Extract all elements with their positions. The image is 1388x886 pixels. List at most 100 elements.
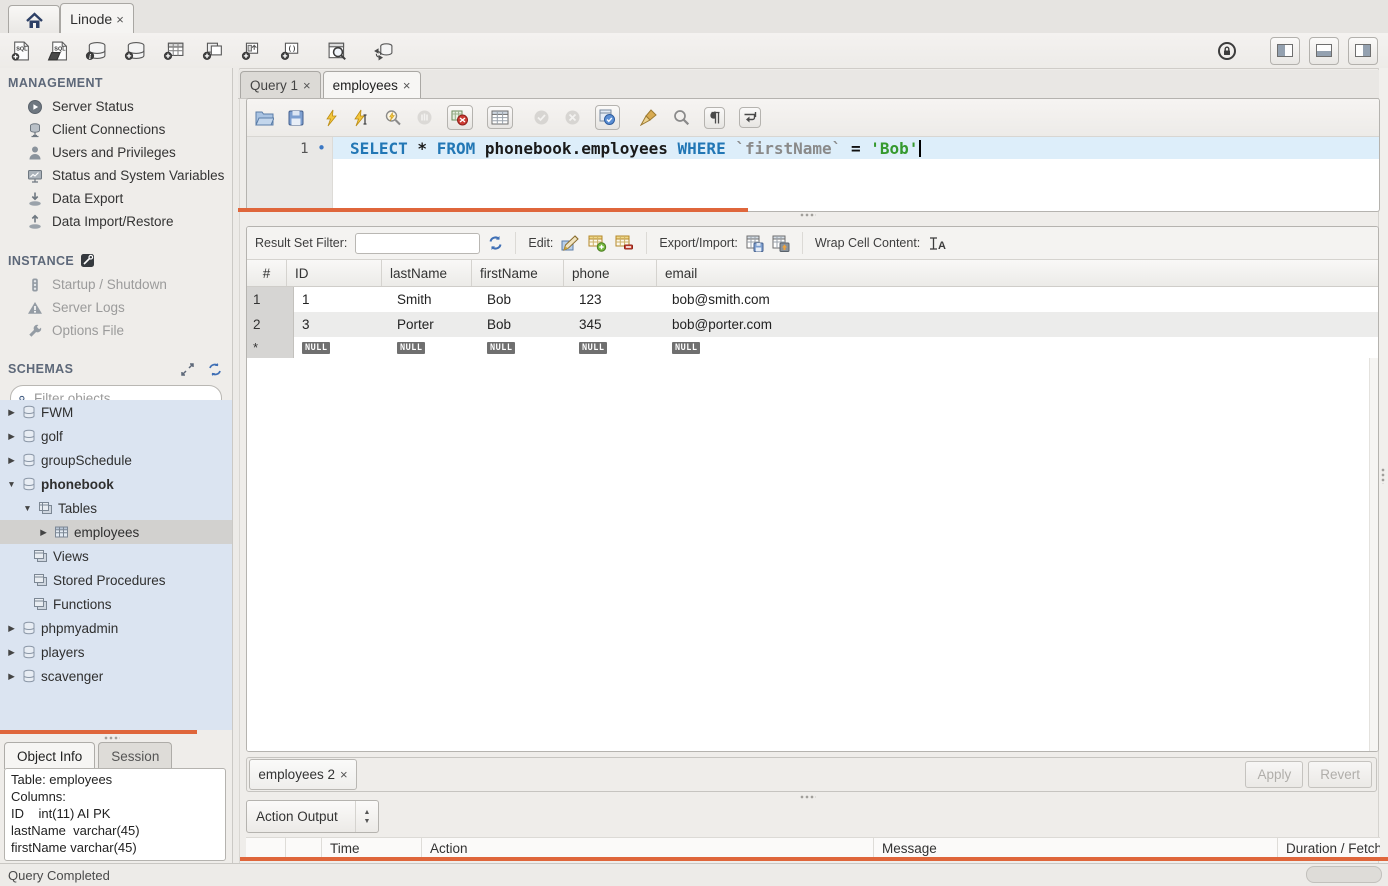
tab-employees[interactable]: employees× [323,71,421,98]
cell-phone[interactable]: 345 [571,312,664,337]
toggle-left-sidebar-button[interactable] [1270,37,1300,65]
column-header-id[interactable]: ID [287,260,382,286]
sidebar-item-data-import[interactable]: Data Import/Restore [0,210,232,233]
action-output-selector[interactable]: Action Output ▲▼ [246,800,379,833]
lock-icon[interactable] [1217,41,1237,61]
table-row[interactable]: 1 1 Smith Bob 123 bob@smith.com [247,287,1378,312]
refresh-schemas-icon[interactable] [208,363,222,376]
tree-item-schema-phpmyadmin[interactable]: ▶phpmyadmin [0,616,232,640]
open-sql-file-icon[interactable]: SQL [47,41,69,61]
column-header-lastname[interactable]: lastName [382,260,472,286]
tab-session[interactable]: Session [98,742,172,769]
tree-item-schema-scavenger[interactable]: ▶scavenger [0,664,232,688]
output-splitter-grip[interactable] [800,795,816,799]
column-header-phone[interactable]: phone [564,260,657,286]
sidebar-item-users-privileges[interactable]: Users and Privileges [0,141,232,164]
sidebar-splitter-grip[interactable] [104,736,120,740]
save-icon[interactable] [288,110,304,126]
cell-null[interactable]: NULL [294,337,389,358]
table-row[interactable]: 2 3 Porter Bob 345 bob@porter.com [247,312,1378,337]
refresh-icon[interactable] [488,236,503,250]
sidebar-item-data-export[interactable]: Data Export [0,187,232,210]
chevron-right-icon[interactable]: ▶ [38,527,49,538]
home-tab[interactable] [8,5,60,34]
expand-schemas-icon[interactable] [181,363,194,376]
explain-icon[interactable] [384,109,402,127]
cell-null[interactable]: NULL [571,337,664,358]
sidebar-item-client-connections[interactable]: Client Connections [0,118,232,141]
vertical-scrollbar[interactable] [1369,358,1378,751]
reconnect-dbms-icon[interactable] [371,41,395,61]
cell-null[interactable]: NULL [479,337,571,358]
new-row-placeholder[interactable]: * NULL NULL NULL NULL NULL [247,337,1378,358]
cell-id[interactable]: 1 [294,287,389,312]
sql-line-1[interactable]: SELECT * FROM phonebook.employees WHERE … [333,137,1379,159]
revert-button[interactable]: Revert [1308,761,1372,788]
wrap-content-icon[interactable]: A [928,236,946,251]
import-recordset-icon[interactable] [772,235,790,252]
output-column-message[interactable]: Message [874,838,1278,858]
result-set-tab-employees-2[interactable]: employees 2× [249,759,357,790]
tree-item-table-employees[interactable]: ▶employees [0,520,232,544]
create-schema-icon[interactable] [123,41,147,61]
toggle-bottom-panel-button[interactable] [1309,37,1339,65]
output-column-action[interactable]: Action [422,838,874,858]
column-header-rownum[interactable]: # [247,260,287,286]
cell-null[interactable]: NULL [664,337,1378,358]
export-recordset-icon[interactable] [746,235,764,252]
commit-icon[interactable] [533,109,550,126]
close-icon[interactable]: × [340,768,348,781]
tab-query-1[interactable]: Query 1× [240,71,321,98]
sidebar-item-server-logs[interactable]: Server Logs [0,296,232,319]
editor-result-splitter-grip[interactable] [800,213,816,217]
close-icon[interactable]: × [303,79,311,92]
spinner-down-icon[interactable]: ▼ [364,818,371,825]
sidebar-item-server-status[interactable]: Server Status [0,95,232,118]
tree-item-stored-procedures-folder[interactable]: Stored Procedures [0,568,232,592]
create-procedure-icon[interactable] [240,41,264,61]
delete-row-icon[interactable] [615,235,634,252]
create-table-icon[interactable] [162,41,186,61]
cell-phone[interactable]: 123 [571,287,664,312]
cell-firstname[interactable]: Bob [479,312,571,337]
column-header-email[interactable]: email [657,260,1378,286]
column-header-firstname[interactable]: firstName [472,260,564,286]
cell-email[interactable]: bob@porter.com [664,312,1378,337]
chevron-right-icon[interactable]: ▶ [6,455,17,466]
tree-item-schema-fwm[interactable]: ▶FWM [0,400,232,424]
invisible-chars-icon[interactable] [704,107,725,129]
output-column-duration[interactable]: Duration / Fetch [1278,838,1380,858]
insert-row-icon[interactable] [588,235,607,252]
chevron-right-icon[interactable]: ▶ [6,623,17,634]
tree-item-tables-folder[interactable]: ▼Tables [0,496,232,520]
horizontal-scrollbar-thumb[interactable] [1306,866,1382,883]
search-table-data-icon[interactable] [326,41,350,61]
editor-code-area[interactable]: SELECT * FROM phonebook.employees WHERE … [333,137,1379,211]
chevron-right-icon[interactable]: ▶ [6,431,17,442]
tree-item-schema-golf[interactable]: ▶golf [0,424,232,448]
stop-icon[interactable] [416,109,433,126]
rollback-icon[interactable] [564,109,581,126]
chevron-right-icon[interactable]: ▶ [6,647,17,658]
tab-object-info[interactable]: Object Info [4,742,95,769]
tree-item-schema-groupschedule[interactable]: ▶groupSchedule [0,448,232,472]
execute-current-icon[interactable] [353,109,370,127]
tree-item-functions-folder[interactable]: Functions [0,592,232,616]
edit-record-icon[interactable] [561,235,580,252]
execute-icon[interactable] [324,109,339,127]
tree-item-schema-phonebook[interactable]: ▼phonebook [0,472,232,496]
selector-spinner[interactable]: ▲▼ [355,801,378,832]
cell-lastname[interactable]: Porter [389,312,479,337]
wrap-text-icon[interactable] [739,107,761,128]
editor-body[interactable]: 1 • SELECT * FROM phonebook.employees WH… [247,137,1379,211]
toggle-stop-on-error-icon[interactable] [447,105,473,130]
apply-button[interactable]: Apply [1245,761,1303,788]
chevron-right-icon[interactable]: ▶ [6,407,17,418]
chevron-down-icon[interactable]: ▼ [22,503,33,513]
cell-lastname[interactable]: Smith [389,287,479,312]
result-set-filter-input[interactable] [355,233,480,254]
sidebar-item-startup-shutdown[interactable]: Startup / Shutdown [0,273,232,296]
new-query-tab-icon[interactable]: SQL [10,41,32,61]
output-column-time[interactable]: Time [322,838,422,858]
find-icon[interactable] [673,109,690,126]
